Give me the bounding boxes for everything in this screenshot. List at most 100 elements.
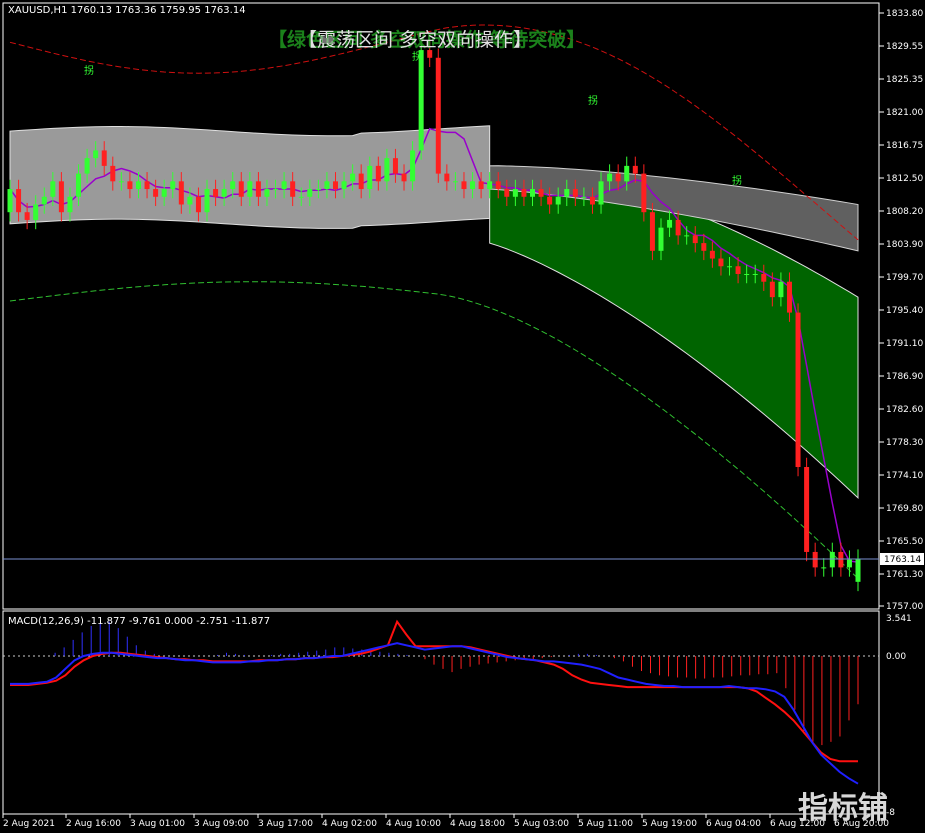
candle-body[interactable] <box>555 196 561 205</box>
candle-body[interactable] <box>804 467 810 552</box>
candle-body[interactable] <box>58 181 64 213</box>
candle-body[interactable] <box>213 189 219 197</box>
candle-body[interactable] <box>752 273 758 275</box>
candle-body[interactable] <box>135 181 141 190</box>
candle-body[interactable] <box>452 181 458 183</box>
candle-body[interactable] <box>384 158 390 182</box>
candle-body[interactable] <box>161 189 167 197</box>
candle-body[interactable] <box>727 266 733 268</box>
candle-body[interactable] <box>478 181 484 190</box>
candle-body[interactable] <box>418 50 424 151</box>
candle-body[interactable] <box>24 212 30 220</box>
candle-body[interactable] <box>581 196 587 198</box>
candle-body[interactable] <box>41 196 47 205</box>
candle-body[interactable] <box>238 181 244 197</box>
candle-body[interactable] <box>281 181 287 190</box>
candle-body[interactable] <box>658 227 664 251</box>
candle-body[interactable] <box>495 181 501 190</box>
candle-body[interactable] <box>187 196 193 205</box>
candle-body[interactable] <box>624 165 630 182</box>
candle-body[interactable] <box>821 567 827 569</box>
candle-body[interactable] <box>701 243 707 251</box>
candle-body[interactable] <box>846 559 852 568</box>
candle-body[interactable] <box>521 189 527 197</box>
candle-body[interactable] <box>33 204 39 220</box>
candle-body[interactable] <box>255 181 261 197</box>
candle-body[interactable] <box>290 181 296 197</box>
candle-body[interactable] <box>444 173 450 182</box>
candle-body[interactable] <box>350 173 356 182</box>
candle-body[interactable] <box>110 165 116 182</box>
candle-body[interactable] <box>118 181 124 183</box>
candle-body[interactable] <box>375 165 381 182</box>
candle-body[interactable] <box>144 181 150 190</box>
candle-body[interactable] <box>93 150 99 159</box>
candle-body[interactable] <box>744 273 750 275</box>
candle-body[interactable] <box>512 189 518 197</box>
candle-body[interactable] <box>315 189 321 191</box>
candle-body[interactable] <box>589 196 595 205</box>
candle-body[interactable] <box>564 189 570 197</box>
candle-body[interactable] <box>547 196 553 205</box>
candle-body[interactable] <box>829 551 835 568</box>
candle-body[interactable] <box>786 281 792 313</box>
candle-body[interactable] <box>461 181 467 190</box>
candle-body[interactable] <box>709 250 715 259</box>
candle-body[interactable] <box>170 181 176 190</box>
candle-body[interactable] <box>410 150 416 182</box>
candle-body[interactable] <box>692 235 698 244</box>
candle-body[interactable] <box>204 189 210 213</box>
candle-body[interactable] <box>247 181 253 197</box>
candle-body[interactable] <box>298 196 304 198</box>
trading-chart[interactable]: 1833.80 1829.55 1825.35 1821.00 1816.75 1812.… <box>0 0 925 833</box>
candle-body[interactable] <box>127 181 133 190</box>
candle-body[interactable] <box>598 181 604 205</box>
candle-body[interactable] <box>178 181 184 205</box>
candle-body[interactable] <box>84 158 90 174</box>
candle-body[interactable] <box>101 150 107 166</box>
candle-body[interactable] <box>735 266 741 274</box>
candle-body[interactable] <box>50 181 56 197</box>
candle-body[interactable] <box>530 189 536 197</box>
candle-body[interactable] <box>504 189 510 197</box>
candle-body[interactable] <box>855 558 861 582</box>
candle-body[interactable] <box>615 173 621 182</box>
candle-body[interactable] <box>435 57 441 174</box>
candle-body[interactable] <box>324 181 330 190</box>
candle-body[interactable] <box>538 189 544 197</box>
candle-body[interactable] <box>401 173 407 182</box>
candle-body[interactable] <box>649 212 655 251</box>
candle-body[interactable] <box>718 258 724 267</box>
candle-body[interactable] <box>675 219 681 236</box>
candle-body[interactable] <box>76 173 82 197</box>
candle-body[interactable] <box>667 219 673 228</box>
candle-body[interactable] <box>812 551 818 568</box>
candle-body[interactable] <box>684 235 690 237</box>
candle-body[interactable] <box>392 158 398 174</box>
candle-body[interactable] <box>307 189 313 197</box>
candle-body[interactable] <box>427 50 433 58</box>
candle-body[interactable] <box>264 189 270 197</box>
candle-body[interactable] <box>341 181 347 190</box>
candle-body[interactable] <box>358 173 364 190</box>
candle-body[interactable] <box>153 189 159 197</box>
candle-body[interactable] <box>572 189 578 197</box>
candle-body[interactable] <box>195 196 201 213</box>
candle-body[interactable] <box>769 281 775 298</box>
candle-body[interactable] <box>778 281 784 298</box>
candle-body[interactable] <box>332 181 338 190</box>
candle-body[interactable] <box>838 551 844 568</box>
candle-body[interactable] <box>641 173 647 213</box>
candle-body[interactable] <box>795 312 801 468</box>
candle-body[interactable] <box>470 181 476 190</box>
candle-body[interactable] <box>273 189 279 191</box>
candle-body[interactable] <box>230 181 236 190</box>
candle-body[interactable] <box>607 173 613 182</box>
candle-body[interactable] <box>367 165 373 190</box>
candle-body[interactable] <box>67 196 73 213</box>
candle-body[interactable] <box>632 165 638 174</box>
candle-body[interactable] <box>7 189 13 213</box>
candle-body[interactable] <box>16 189 22 213</box>
macd-panel[interactable] <box>2 610 880 815</box>
candle-body[interactable] <box>761 273 767 282</box>
